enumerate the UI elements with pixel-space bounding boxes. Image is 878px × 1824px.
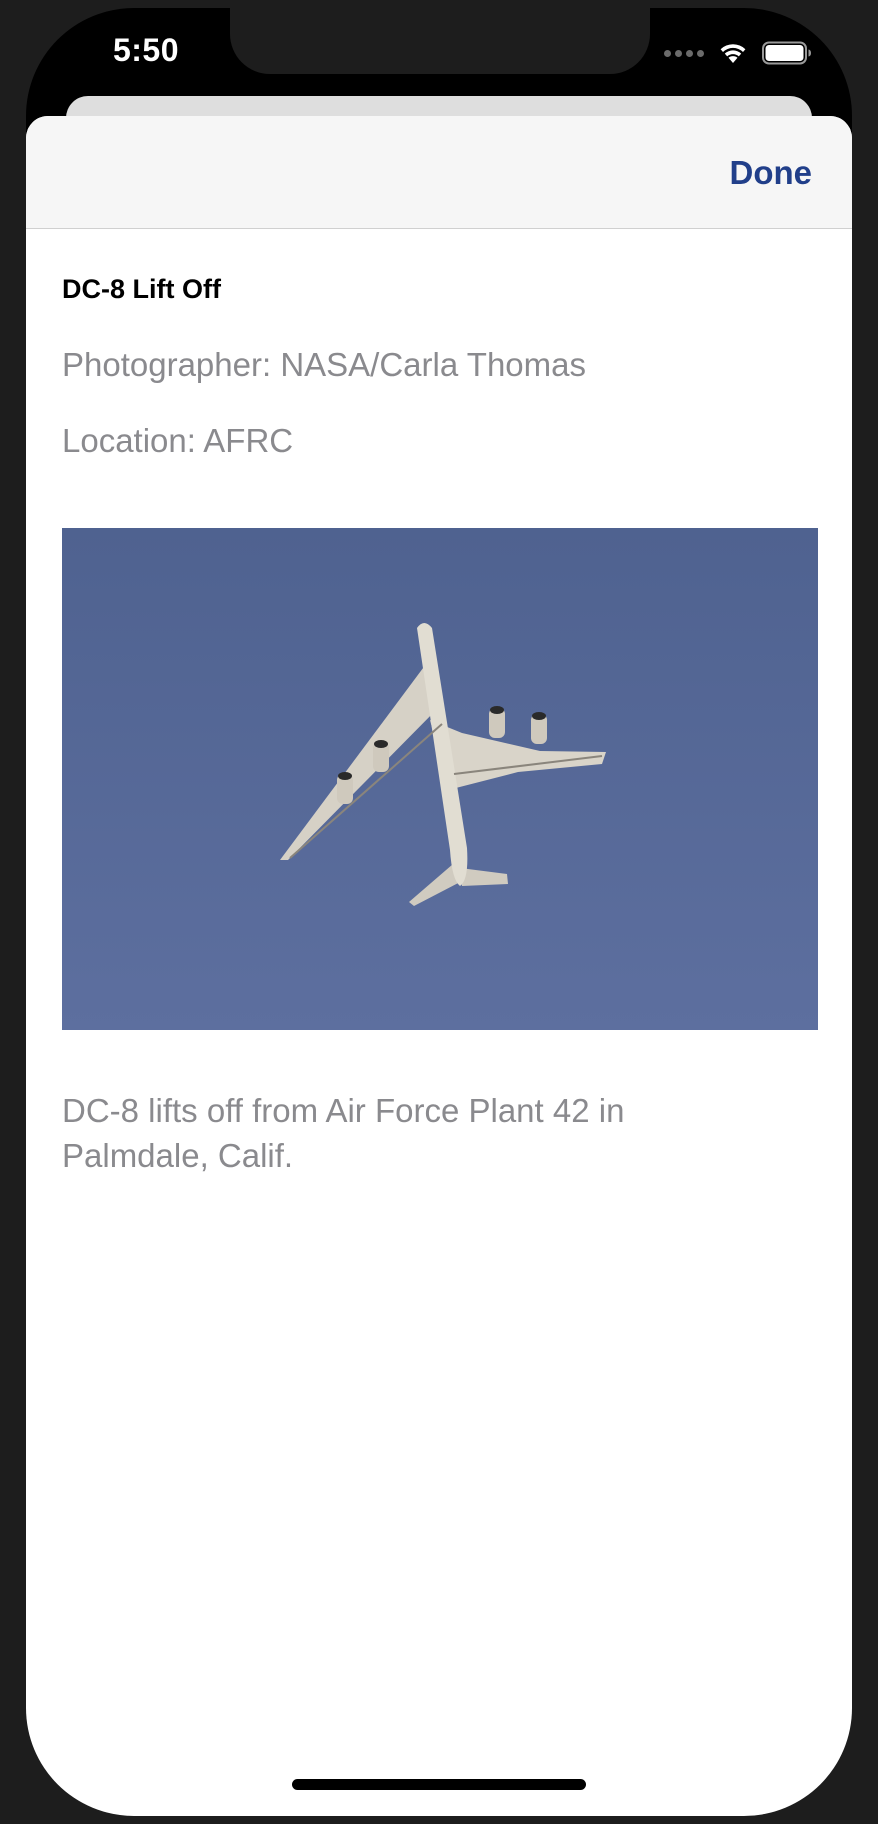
battery-icon	[762, 41, 811, 65]
location-label: Location: AFRC	[62, 422, 294, 459]
airplane-photo	[62, 528, 818, 1030]
navigation-bar: Done	[26, 116, 852, 229]
status-icons	[664, 38, 812, 68]
status-time: 5:50	[112, 32, 180, 68]
photo-detail-sheet: Done DC-8 Lift Off Photographer: NASA/Ca…	[26, 116, 852, 1816]
notch	[230, 8, 650, 74]
photo-caption: DC-8 lifts off from Air Force Plant 42 i…	[62, 1092, 625, 1174]
device-frame: 5:50 Done DC-8 Lift Off Photographer: NA…	[26, 8, 852, 1816]
cellular-signal-icon	[664, 49, 704, 57]
done-button[interactable]: Done	[730, 154, 813, 192]
wifi-icon	[720, 44, 746, 63]
home-indicator[interactable]	[292, 1779, 586, 1790]
photographer-label: Photographer: NASA/Carla Thomas	[62, 346, 586, 383]
photo-title: DC-8 Lift Off	[62, 274, 221, 304]
